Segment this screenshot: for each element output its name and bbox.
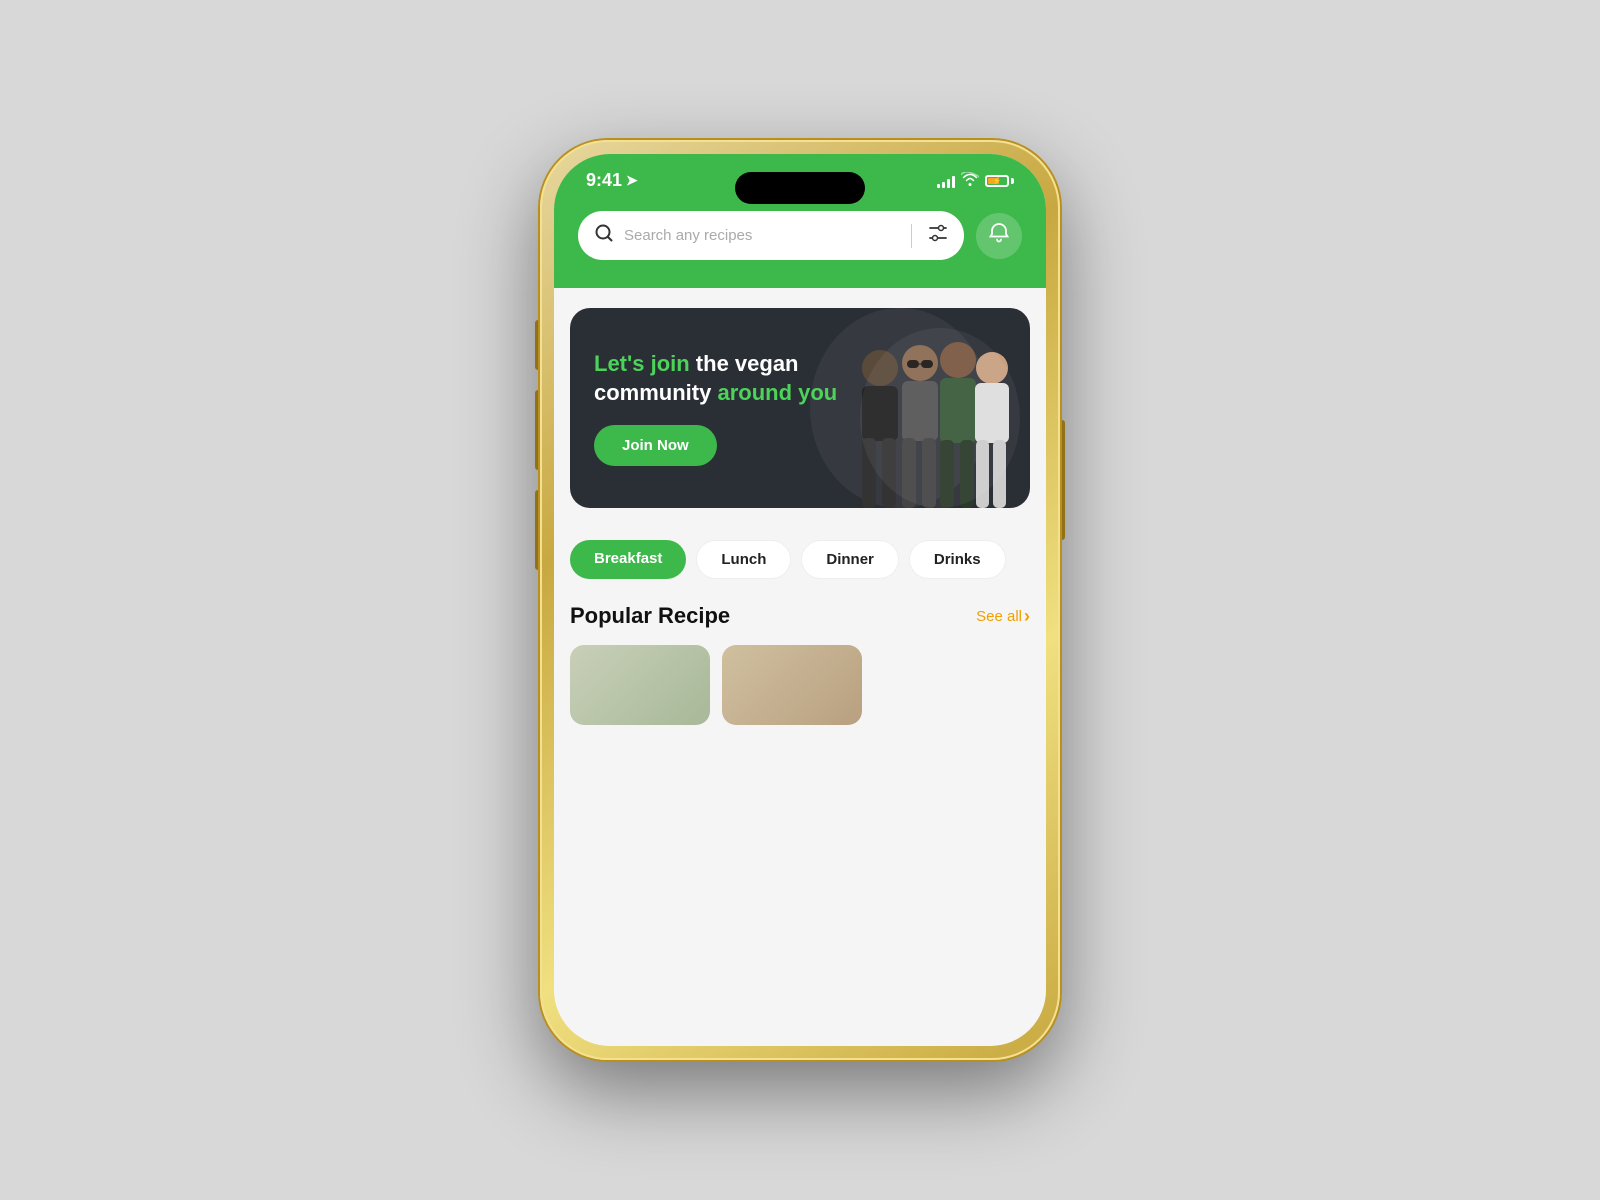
location-arrow-icon: ➤ xyxy=(626,172,638,189)
main-content: Let's join the vegan community around yo… xyxy=(554,288,1046,1046)
popular-recipe-section: Popular Recipe See all › xyxy=(554,587,1046,637)
status-bar: 9:41 ➤ xyxy=(578,154,1022,203)
see-all-label: See all xyxy=(976,608,1022,625)
wifi-icon xyxy=(961,172,979,189)
banner-card: Let's join the vegan community around yo… xyxy=(570,308,1030,508)
search-placeholder-text: Search any recipes xyxy=(624,227,895,244)
battery-bolt-icon: ⚡ xyxy=(993,177,1002,185)
bar1 xyxy=(937,184,940,188)
recipe-card[interactable] xyxy=(570,645,710,725)
banner-green-text-2: around you xyxy=(717,380,837,405)
battery-body: ⚡ xyxy=(985,175,1009,187)
chevron-right-icon: › xyxy=(1024,606,1030,627)
banner-white-text-1: the vegan xyxy=(690,351,799,376)
phone-screen: 9:41 ➤ xyxy=(554,154,1046,1046)
search-divider xyxy=(911,224,912,248)
search-row: Search any recipes xyxy=(578,211,1022,260)
signal-strength-icon xyxy=(937,174,955,188)
recipe-cards-row xyxy=(554,637,1046,745)
bell-icon xyxy=(988,222,1010,250)
see-all-button[interactable]: See all › xyxy=(976,606,1030,627)
join-now-button[interactable]: Join Now xyxy=(594,425,717,466)
status-icons: ⚡ xyxy=(937,172,1014,189)
category-chip-breakfast[interactable]: Breakfast xyxy=(570,540,686,579)
category-chips: Breakfast Lunch Dinner Drinks xyxy=(554,524,1046,587)
category-chip-dinner[interactable]: Dinner xyxy=(801,540,899,579)
battery-tip xyxy=(1011,178,1014,184)
phone-mockup: 9:41 ➤ xyxy=(540,140,1060,1060)
screen-content: 9:41 ➤ xyxy=(554,154,1046,1046)
filter-icon[interactable] xyxy=(928,224,948,247)
recipe-card[interactable] xyxy=(722,645,862,725)
bar4 xyxy=(952,176,955,188)
dynamic-island xyxy=(735,172,865,204)
status-time: 9:41 ➤ xyxy=(586,170,638,191)
power-button xyxy=(1060,420,1065,540)
battery-icon: ⚡ xyxy=(985,175,1014,187)
app-header: 9:41 ➤ xyxy=(554,154,1046,288)
category-chip-lunch[interactable]: Lunch xyxy=(696,540,791,579)
search-icon xyxy=(594,223,614,248)
banner-title: Let's join the vegan community around yo… xyxy=(594,350,1006,407)
bar3 xyxy=(947,179,950,188)
popular-recipe-title: Popular Recipe xyxy=(570,603,730,629)
search-bar[interactable]: Search any recipes xyxy=(578,211,964,260)
banner-section: Let's join the vegan community around yo… xyxy=(554,288,1046,524)
banner-green-text: Let's join xyxy=(594,351,690,376)
category-chip-drinks[interactable]: Drinks xyxy=(909,540,1006,579)
banner-white-text-2: community xyxy=(594,380,717,405)
banner-text-area: Let's join the vegan community around yo… xyxy=(594,350,1006,466)
bar2 xyxy=(942,182,945,188)
notification-button[interactable] xyxy=(976,213,1022,259)
